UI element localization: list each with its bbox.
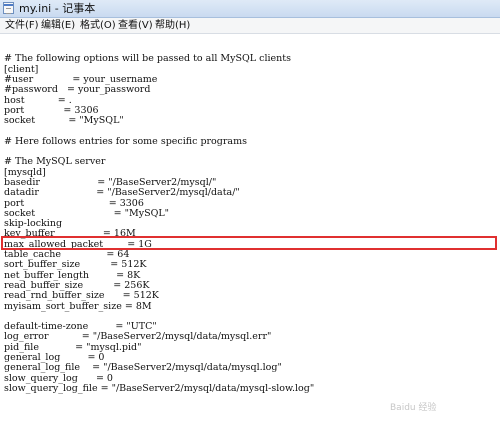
editor-line: read_rnd_buffer_size = 512K xyxy=(4,290,159,302)
editor-line: # Here follows entries for some specific… xyxy=(4,135,247,147)
menu-file[interactable]: 文件(F) xyxy=(4,19,40,32)
editor-line: key_buffer = 16M xyxy=(4,228,136,240)
menu-edit[interactable]: 编辑(E) xyxy=(40,19,76,32)
editor-line: slow_query_log_file = "/BaseServer2/mysq… xyxy=(4,382,315,394)
editor-line: socket = "MySQL" xyxy=(4,115,124,127)
editor-line: myisam_sort_buffer_size = 8M xyxy=(4,300,152,312)
text-editor-area[interactable]: # The following options will be passed t… xyxy=(0,34,500,428)
notepad-icon xyxy=(3,2,14,14)
editor-line: datadir = "/BaseServer2/mysql/data/" xyxy=(4,187,240,199)
watermark: Baidu 经验 xyxy=(390,403,437,413)
editor-line: # The MySQL server xyxy=(4,156,106,168)
title-bar: my.ini - 记事本 xyxy=(0,0,500,18)
menu-format[interactable]: 格式(O) xyxy=(79,19,117,32)
editor-line: log_error = "/BaseServer2/mysql/data/mys… xyxy=(4,331,272,343)
window-title: my.ini - 记事本 xyxy=(19,2,96,15)
editor-line: sort_buffer_size = 512K xyxy=(4,259,147,271)
menu-bar: 文件(F) 编辑(E) 格式(O) 查看(V) 帮助(H) xyxy=(0,18,500,34)
menu-view[interactable]: 查看(V) xyxy=(117,19,154,32)
editor-line: #password = your_password xyxy=(4,84,151,96)
menu-help[interactable]: 帮助(H) xyxy=(154,19,191,32)
editor-line: port = 3306 xyxy=(4,197,144,209)
editor-line: # The following options will be passed t… xyxy=(4,53,291,65)
editor-line: general_log_file = "/BaseServer2/mysql/d… xyxy=(4,362,282,374)
editor-line: host = . xyxy=(4,94,72,106)
